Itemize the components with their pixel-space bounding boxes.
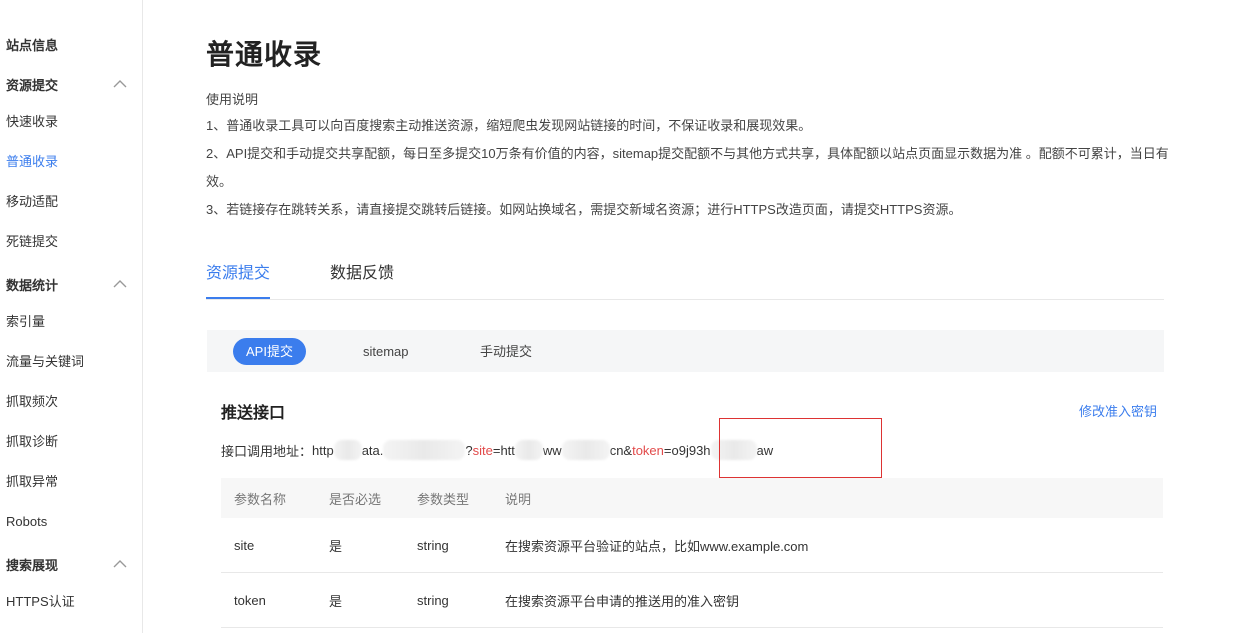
sidebar-item-normal-index[interactable]: 普通收录 — [6, 152, 58, 172]
push-interface-title: 推送接口 — [221, 405, 286, 422]
cell-desc: 在搜索资源平台验证的站点，比如www.example.com — [505, 538, 809, 554]
chevron-up-icon — [113, 280, 127, 288]
cell-type: string — [417, 592, 449, 608]
param-table: 参数名称 是否必选 参数类型 说明 site 是 string 在搜索资源平台验… — [221, 478, 1163, 628]
url-part: ata. — [361, 442, 384, 458]
cell-desc: 在搜索资源平台申请的推送用的准入密钥 — [505, 593, 740, 609]
sidebar-item-crawl-errors[interactable]: 抓取异常 — [6, 472, 58, 492]
header-type: 参数类型 — [417, 491, 470, 507]
table-row: site 是 string 在搜索资源平台验证的站点，比如www.example… — [221, 518, 1163, 573]
url-part: ? — [465, 442, 473, 458]
url-part: =htt — [492, 442, 515, 458]
instruction-3: 3、若链接存在跳转关系，请直接提交跳转后链接。如网站换域名，需提交新域名资源；进… — [206, 202, 962, 217]
url-label: 接口调用地址： — [221, 443, 313, 459]
sidebar-item-index-volume[interactable]: 索引量 — [6, 312, 45, 332]
table-header: 参数名称 是否必选 参数类型 说明 — [221, 478, 1163, 518]
instruction-2: 2、API提交和手动提交共享配额，每日至多提交10万条有价值的内容，sitema… — [206, 146, 1169, 189]
sidebar-item-crawl-diagnosis[interactable]: 抓取诊断 — [6, 432, 58, 452]
edit-access-key-link[interactable]: 修改准入密钥 — [1079, 401, 1157, 420]
url-part: =o9j93h — [663, 442, 711, 458]
header-desc: 说明 — [505, 491, 532, 507]
sidebar-item-traffic-keywords[interactable]: 流量与关键词 — [6, 352, 84, 372]
url-token-param: token — [632, 442, 664, 458]
url-part: ww — [542, 442, 562, 458]
sidebar-group-search-display[interactable]: 搜索展现 — [6, 552, 128, 576]
sidebar-group-label: 数据统计 — [6, 277, 59, 293]
submit-method-bar: API提交 sitemap 手动提交 — [207, 330, 1164, 372]
sidebar-item-dead-link[interactable]: 死链提交 — [6, 232, 58, 252]
sidebar: 站点信息 资源提交 快速收录 普通收录 移动适配 死链提交 数据统计 索引量 流… — [0, 0, 143, 633]
sidebar-site-info-label: 站点信息 — [6, 37, 59, 53]
sidebar-site-info[interactable]: 站点信息 — [6, 32, 128, 56]
subtab-sitemap[interactable]: sitemap — [363, 338, 409, 365]
sidebar-group-label: 资源提交 — [6, 77, 59, 93]
tab-data-feedback[interactable]: 数据反馈 — [330, 258, 394, 299]
table-row: token 是 string 在搜索资源平台申请的推送用的准入密钥 — [221, 573, 1163, 628]
instruction-1: 1、普通收录工具可以向百度搜索主动推送资源，缩短爬虫发现网站链接的时间，不保证收… — [206, 118, 812, 133]
subtab-api[interactable]: API提交 — [233, 338, 306, 365]
chevron-up-icon — [113, 80, 127, 88]
token-highlight-box — [719, 418, 882, 478]
header-param-name: 参数名称 — [234, 491, 287, 507]
redacted-blur — [514, 440, 543, 460]
url-part: cn& — [609, 442, 633, 458]
main-tabs: 资源提交 数据反馈 — [206, 258, 1164, 300]
sidebar-group-label: 搜索展现 — [6, 557, 59, 573]
api-endpoint-url: 接口调用地址： http ata. ? site =htt ww cn& tok… — [221, 440, 773, 460]
header-required: 是否必选 — [329, 491, 382, 507]
sidebar-item-https-cert[interactable]: HTTPS认证 — [6, 592, 75, 612]
cell-param-name: token — [234, 592, 266, 608]
sidebar-item-mobile-adapt[interactable]: 移动适配 — [6, 192, 58, 212]
redacted-blur — [383, 440, 466, 460]
page-title: 普通收录 — [206, 39, 323, 70]
cell-required: 是 — [329, 538, 343, 554]
chevron-up-icon — [113, 560, 127, 568]
sidebar-group-resource-submit[interactable]: 资源提交 — [6, 72, 128, 96]
instructions-heading: 使用说明 — [206, 92, 259, 107]
sidebar-item-crawl-frequency[interactable]: 抓取频次 — [6, 392, 58, 412]
subtab-manual[interactable]: 手动提交 — [480, 338, 532, 365]
tab-resource-submit[interactable]: 资源提交 — [206, 258, 271, 299]
url-part: http — [312, 442, 334, 458]
sidebar-item-robots[interactable]: Robots — [6, 512, 47, 532]
sidebar-item-fast-index[interactable]: 快速收录 — [6, 112, 58, 132]
cell-type: string — [417, 537, 449, 553]
redacted-blur — [333, 440, 362, 460]
cell-required: 是 — [329, 593, 343, 609]
sidebar-group-data-stats[interactable]: 数据统计 — [6, 272, 128, 296]
url-site-param: site — [472, 442, 493, 458]
cell-param-name: site — [234, 537, 255, 553]
redacted-blur — [561, 440, 610, 460]
